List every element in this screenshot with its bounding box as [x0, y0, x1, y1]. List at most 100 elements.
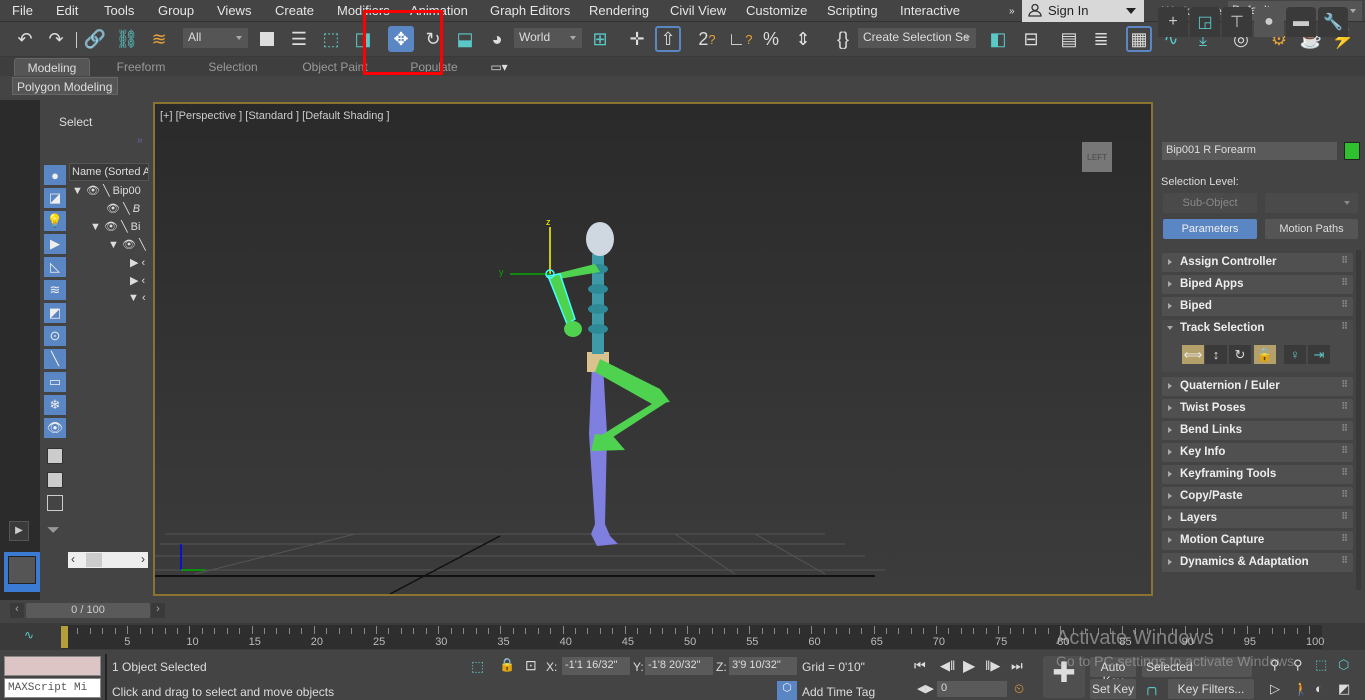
layer-explorer-icon[interactable]: ≣: [1088, 26, 1114, 52]
rollout-copy-paste[interactable]: Copy/Paste ⠿: [1162, 487, 1353, 506]
go-to-start-icon[interactable]: ⏮: [914, 658, 926, 674]
previous-key-icon[interactable]: ◀‖: [940, 658, 955, 674]
utilities-tab-wrench-icon[interactable]: 🔧: [1318, 7, 1348, 37]
horizontal-scrollbar[interactable]: ‹ ›: [68, 552, 148, 568]
tab-object-paint[interactable]: Object Paint: [298, 58, 372, 76]
name-column-header[interactable]: Name (Sorted A: [69, 163, 149, 181]
angle-snap-icon[interactable]: ∟?: [727, 26, 753, 52]
tree-row[interactable]: 👁 ╲ B: [106, 202, 150, 218]
named-selection-select[interactable]: Create Selection Se: [858, 28, 976, 48]
rollout-track-selection[interactable]: Track Selection ⠿: [1162, 319, 1353, 338]
isolate-selection-icon[interactable]: ⬚: [471, 658, 484, 675]
menu-group[interactable]: Group: [158, 3, 194, 18]
display-bones-icon[interactable]: ╲: [44, 349, 66, 369]
menu-customize[interactable]: Customize: [746, 3, 807, 18]
rect-selection-icon[interactable]: ⬚: [318, 26, 344, 52]
maxscript-output[interactable]: [4, 656, 101, 676]
rollout-dynamics-adaptation[interactable]: Dynamics & Adaptation ⠿: [1162, 553, 1353, 572]
place-icon[interactable]: ◕: [484, 26, 510, 52]
snaps-toggle-icon[interactable]: 2?: [694, 26, 720, 52]
lock-cop-icon[interactable]: 🔒: [1254, 345, 1276, 364]
menu-overflow-chevron[interactable]: »: [1009, 6, 1015, 17]
bind-spacewarp-icon[interactable]: ≋: [146, 26, 172, 52]
rollout-assign-controller[interactable]: Assign Controller ⠿: [1162, 253, 1353, 272]
rollout-motion-capture[interactable]: Motion Capture ⠿: [1162, 531, 1353, 550]
keyboard-shortcut-override-icon[interactable]: ⇧: [655, 26, 681, 52]
command-panel-scrollbar[interactable]: [1356, 250, 1361, 590]
menu-edit[interactable]: Edit: [56, 3, 78, 18]
menu-tools[interactable]: Tools: [104, 3, 134, 18]
set-key-button[interactable]: Set Key: [1090, 679, 1136, 699]
tree-row[interactable]: ▼ ‹: [128, 292, 150, 308]
rollout-twist-poses[interactable]: Twist Poses ⠿: [1162, 399, 1353, 418]
tree-row-bip001[interactable]: ▼ 👁 ╲ Bip00: [72, 184, 150, 200]
body-horizontal-icon[interactable]: ⟺: [1182, 345, 1204, 364]
select-none-icon[interactable]: [47, 472, 63, 488]
ribbon-options-dropdown[interactable]: ▭▾: [486, 58, 512, 76]
current-frame-field[interactable]: 0: [937, 681, 1007, 697]
mirror-icon[interactable]: ◧: [985, 26, 1011, 52]
zoom-extents-icon[interactable]: ⬚: [1315, 657, 1327, 673]
object-color-swatch[interactable]: [1344, 142, 1360, 160]
display-geometry-icon[interactable]: ●: [44, 165, 66, 185]
key-mode-toggle-icon[interactable]: ◀▶: [917, 682, 934, 695]
scroll-left-icon[interactable]: ‹: [71, 552, 75, 566]
key-filters-button[interactable]: Key Filters...: [1168, 679, 1254, 699]
menu-civil-view[interactable]: Civil View: [670, 3, 726, 18]
opposite-icon[interactable]: ⇥: [1308, 345, 1330, 364]
undo-icon[interactable]: ↶: [12, 26, 38, 52]
prev-frame-button[interactable]: ‹: [10, 603, 24, 618]
tab-selection[interactable]: Selection: [196, 58, 270, 76]
use-pivot-icon[interactable]: ⊞: [587, 26, 613, 52]
unlink-icon[interactable]: ⛓: [114, 26, 140, 52]
display-cameras-icon[interactable]: ▶: [44, 234, 66, 254]
create-tab-plus-icon[interactable]: +: [1158, 7, 1188, 37]
menu-scripting[interactable]: Scripting: [827, 3, 878, 18]
maximize-viewport-icon[interactable]: ◩: [1338, 681, 1350, 697]
time-configuration-icon[interactable]: ⏲: [1014, 681, 1024, 697]
curve-editor-mini-icon[interactable]: ∿: [24, 628, 34, 642]
add-time-tag[interactable]: Add Time Tag: [802, 685, 875, 699]
edit-named-selection-icon[interactable]: {}: [830, 26, 856, 52]
viewport-thumbnail[interactable]: [4, 552, 40, 592]
display-lights-icon[interactable]: 💡: [44, 211, 66, 231]
maxscript-listener-input[interactable]: MAXScript Mi: [4, 678, 101, 698]
spinner-snap-icon[interactable]: ⇕: [790, 26, 816, 52]
selection-filter-select[interactable]: All: [183, 28, 248, 48]
menu-views[interactable]: Views: [217, 3, 251, 18]
tree-row[interactable]: ▼ 👁 ╲: [108, 238, 150, 254]
display-hidden-icon[interactable]: 👁: [44, 418, 66, 438]
tab-freeform[interactable]: Freeform: [104, 58, 178, 76]
menu-interactive[interactable]: Interactive: [900, 3, 960, 18]
field-of-view-icon[interactable]: ▷: [1270, 681, 1280, 697]
display-tab-icon[interactable]: ▬: [1286, 7, 1316, 37]
y-coordinate-field[interactable]: -1'8 20/32": [645, 657, 713, 675]
parameters-button[interactable]: Parameters: [1163, 219, 1257, 239]
select-manipulate-icon[interactable]: ✛: [624, 26, 650, 52]
select-all-icon[interactable]: [47, 448, 63, 464]
walk-through-icon[interactable]: 🚶: [1293, 681, 1309, 697]
sub-object-dropdown[interactable]: [1265, 193, 1358, 213]
selection-lock-icon[interactable]: 🔒: [499, 657, 515, 673]
tree-row[interactable]: ▼ 👁 ╲ Bi: [90, 220, 150, 236]
rollout-quaternion-euler[interactable]: Quaternion / Euler ⠿: [1162, 377, 1353, 396]
scroll-thumb[interactable]: [86, 553, 102, 567]
tree-row[interactable]: ▶ ‹: [130, 274, 150, 290]
menu-rendering[interactable]: Rendering: [589, 3, 649, 18]
align-icon[interactable]: ⊟: [1018, 26, 1044, 52]
polygon-modeling-panel[interactable]: Polygon Modeling: [12, 77, 118, 95]
menu-graph-editors[interactable]: Graph Editors: [490, 3, 570, 18]
symmetrical-icon[interactable]: ♀: [1284, 345, 1306, 364]
time-slider[interactable]: 0 / 100: [26, 603, 150, 618]
select-object-icon[interactable]: [254, 26, 280, 52]
select-invert-icon[interactable]: [47, 495, 63, 511]
hierarchy-tab-icon[interactable]: ⊤: [1222, 7, 1252, 37]
absolute-mode-icon[interactable]: ⊡: [525, 657, 537, 674]
expand-chevron-icon[interactable]: »: [137, 135, 143, 146]
display-shapes-icon[interactable]: ◪: [44, 188, 66, 208]
menu-file[interactable]: File: [12, 3, 33, 18]
default-in-out-tangents-icon[interactable]: ╭╮: [1144, 680, 1160, 696]
menu-create[interactable]: Create: [275, 3, 314, 18]
redo-icon[interactable]: ↷: [43, 26, 69, 52]
play-icon[interactable]: ▶: [963, 656, 975, 676]
